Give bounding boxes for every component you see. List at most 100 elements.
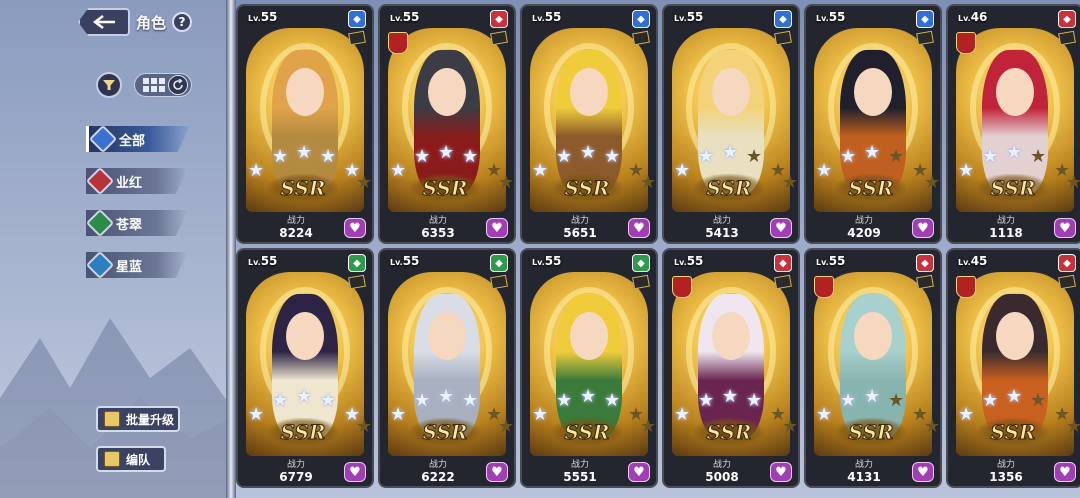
back-button[interactable] [78, 8, 130, 36]
heart-icon[interactable]: ♥ [912, 218, 934, 238]
power-value: 4131 [847, 470, 881, 484]
star-icon: ★ [272, 146, 289, 167]
heart-icon[interactable]: ♥ [344, 462, 366, 482]
star-icon: ★ [248, 404, 265, 425]
star-icon: ★ [746, 390, 763, 411]
rarity-badge: SSR [268, 174, 338, 202]
power-value: 1356 [989, 470, 1023, 484]
power-value: 5651 [563, 226, 597, 240]
rarity-badge: SSR [694, 418, 764, 446]
blue-element-icon: ◆ [632, 10, 650, 28]
batch-upgrade-label: 批量升级 [126, 412, 175, 427]
green-element-icon: ◆ [348, 254, 366, 272]
heart-icon[interactable]: ♥ [1054, 462, 1076, 482]
faction-shield-icon [814, 276, 834, 298]
character-card[interactable]: Lv.55 ◆ ★ ★ ★ ★ ★ ★ SSR 战力 4131 ♥ [804, 248, 942, 488]
faction-shield-icon [956, 32, 976, 54]
character-card[interactable]: Lv.55 ◆ ★ ★ ★ ★ ★ ★ SSR 战力 5651 ♥ [520, 4, 658, 244]
star-icon: ★ [864, 142, 881, 163]
filter-button[interactable] [96, 72, 122, 98]
level-value: 46 [970, 10, 988, 24]
sidebar-item-2[interactable]: 苍翠 [86, 210, 188, 236]
character-face [996, 312, 1034, 361]
heart-icon[interactable]: ♥ [486, 218, 508, 238]
sidebar-item-3[interactable]: 星蓝 [86, 252, 188, 278]
star-icon: ★ [840, 146, 857, 167]
star-icon: ★ [1030, 390, 1047, 411]
character-face [286, 68, 324, 117]
sidebar-item-1[interactable]: 业红 [86, 168, 188, 194]
blue-element-icon [86, 252, 115, 278]
character-face [428, 68, 466, 117]
character-card[interactable]: Lv.55 ◆ ★ ★ ★ ★ ★ ★ SSR 战力 6353 ♥ [378, 4, 516, 244]
level-text: Lv.46 [958, 10, 988, 24]
grid-icon [88, 126, 118, 152]
star-icon: ★ [888, 146, 905, 167]
role-icon [774, 274, 792, 290]
level-text: Lv.55 [532, 254, 562, 268]
star-icon: ★ [722, 386, 739, 407]
star-icon: ★ [1066, 418, 1080, 436]
character-face [996, 68, 1034, 117]
blue-element-icon: ◆ [348, 10, 366, 28]
heart-icon[interactable]: ♥ [770, 218, 792, 238]
star-icon: ★ [958, 404, 975, 425]
character-card[interactable]: Lv.55 ◆ ★ ★ ★ ★ ★ ★ SSR 战力 6222 ♥ [378, 248, 516, 488]
batch-upgrade-button[interactable]: 批量升级 [96, 406, 180, 432]
character-card[interactable]: Lv.55 ◆ ★ ★ ★ ★ ★ ★ SSR 战力 6779 ♥ [236, 248, 374, 488]
character-card[interactable]: Lv.55 ◆ ★ ★ ★ ★ ★ ★ SSR 战力 4209 ♥ [804, 4, 942, 244]
star-icon: ★ [640, 172, 657, 193]
faction-shield-icon [388, 32, 408, 54]
character-card[interactable]: Lv.55 ◆ ★ ★ ★ ★ ★ ★ SSR 战力 8224 ♥ [236, 4, 374, 244]
character-card[interactable]: Lv.55 ◆ ★ ★ ★ ★ ★ ★ SSR 战力 5413 ♥ [662, 4, 800, 244]
character-card[interactable]: Lv.46◆★★★★★★SSR战力1118♥ [946, 4, 1080, 244]
level-value: 55 [402, 10, 420, 24]
help-button[interactable]: ? [172, 12, 193, 32]
blue-element-icon: ◆ [916, 10, 934, 28]
character-card[interactable]: Lv.45◆★★★★★★SSR战力1356♥ [946, 248, 1080, 488]
team-button[interactable]: 编队 [96, 446, 166, 472]
heart-icon[interactable]: ♥ [912, 462, 934, 482]
star-icon: ★ [272, 390, 289, 411]
red-element-icon: ◆ [1058, 254, 1076, 272]
power-label: 战力 [854, 460, 873, 470]
star-icon: ★ [958, 160, 975, 181]
level-value: 55 [260, 10, 278, 24]
role-icon [916, 30, 934, 46]
heart-icon[interactable]: ♥ [1054, 218, 1076, 238]
heart-icon[interactable]: ♥ [770, 462, 792, 482]
level-value: 55 [544, 10, 562, 24]
star-icon: ★ [1006, 142, 1023, 163]
panel-separator [226, 0, 236, 498]
star-icon: ★ [498, 172, 515, 193]
power-label: 战力 [996, 460, 1015, 470]
power-label: 战力 [996, 216, 1015, 226]
character-card[interactable]: Lv.55 ◆ ★ ★ ★ ★ ★ ★ SSR 战力 5551 ♥ [520, 248, 658, 488]
star-icon: ★ [816, 160, 833, 181]
rarity-badge: SSR [836, 418, 906, 446]
character-grid: Lv.55 ◆ ★ ★ ★ ★ ★ ★ SSR 战力 8224 ♥ Lv.55 ◆ ★ ★ ★ ★ ★ ★ SSR 战力 6… [236, 4, 1080, 494]
character-face [570, 312, 608, 361]
heart-icon[interactable]: ♥ [628, 462, 650, 482]
heart-icon[interactable]: ♥ [486, 462, 508, 482]
back-arrow-icon [92, 15, 115, 29]
star-icon: ★ [722, 142, 739, 163]
level-text: Lv.55 [816, 10, 846, 24]
star-icon: ★ [1066, 174, 1080, 192]
level-value: 55 [686, 10, 704, 24]
character-card[interactable]: Lv.55 ◆ ★ ★ ★ ★ ★ ★ SSR 战力 5008 ♥ [662, 248, 800, 488]
red-element-icon: ◆ [490, 10, 508, 28]
sidebar-item-0[interactable]: 全部 [86, 126, 190, 152]
star-icon: ★ [320, 146, 337, 167]
team-icon [104, 451, 120, 467]
star-icon: ★ [462, 390, 479, 411]
refresh-button[interactable] [168, 75, 188, 95]
view-mode-toggle[interactable] [134, 73, 192, 97]
power-label: 战力 [712, 460, 731, 470]
rarity-badge: SSR [978, 418, 1048, 446]
star-icon: ★ [840, 390, 857, 411]
star-icon: ★ [356, 172, 373, 193]
heart-icon[interactable]: ♥ [344, 218, 366, 238]
power-value: 6353 [421, 226, 455, 240]
heart-icon[interactable]: ♥ [628, 218, 650, 238]
